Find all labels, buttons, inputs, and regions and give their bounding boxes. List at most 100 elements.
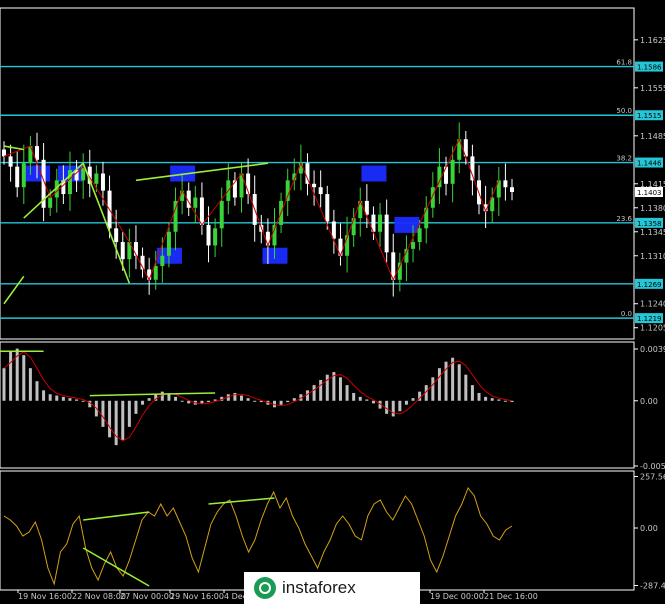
- candle-body: [206, 224, 211, 246]
- fib-ratio-label: 23.6: [616, 215, 632, 223]
- time-tick-label: 19 Nov 16:00: [18, 592, 72, 601]
- osma-axis: 0.00397 0.00 -0.005: [634, 345, 665, 471]
- price-tick-label: 1.1240: [640, 300, 665, 309]
- fib-ratio-label: 61.8: [616, 59, 632, 67]
- osma-bar: [371, 400, 375, 404]
- watermark-brand: instaforex: [282, 578, 356, 597]
- candle-body: [312, 183, 317, 188]
- osma-tick-label: 0.00: [640, 397, 658, 406]
- candle-body: [213, 228, 218, 246]
- osma-bar: [286, 400, 290, 403]
- candle-body: [166, 231, 171, 256]
- candle-body: [114, 228, 119, 243]
- cci-trendline: [82, 547, 150, 587]
- osma-bar: [213, 399, 217, 401]
- osma-bar: [207, 400, 211, 403]
- candle-body: [285, 180, 290, 201]
- candle-body: [510, 187, 514, 193]
- osma-bar: [121, 400, 125, 440]
- osma-bar: [240, 395, 244, 401]
- candle-body: [153, 266, 158, 280]
- time-tick-label: 29 Nov 16:00: [170, 592, 224, 601]
- osma-bar: [61, 396, 65, 401]
- candle-body: [378, 214, 383, 232]
- candle-body: [8, 156, 13, 167]
- osma-bar: [55, 395, 59, 401]
- candle-body: [450, 159, 455, 184]
- fib-levels: 61.8 1.1586 50.0 1.1515 38.2 1.1446 23.6 1.1358…: [0, 59, 663, 324]
- price-tick-label: 1.1625: [640, 36, 665, 45]
- osma-bar: [127, 400, 131, 427]
- osma-bar: [484, 396, 488, 401]
- cci-axis: 257.5664 0.00 -287.4716: [634, 472, 665, 590]
- osma-trendline: [89, 392, 216, 397]
- candle-body: [34, 146, 39, 160]
- osma-bar: [398, 400, 402, 412]
- cci-tick-label: 257.5664: [640, 472, 665, 481]
- candle-body: [265, 231, 270, 246]
- osma-bar: [42, 390, 46, 401]
- osma-bar: [28, 368, 32, 401]
- candle-body: [15, 166, 20, 188]
- osma-bar: [345, 385, 349, 401]
- osma-bar: [497, 399, 501, 401]
- osma-bar: [108, 400, 112, 438]
- candle-body: [411, 242, 416, 249]
- candle-body: [470, 156, 475, 181]
- osma-bar: [147, 398, 151, 401]
- price-tick-label: 1.1205: [640, 324, 665, 333]
- chart-canvas: 61.8 1.1586 50.0 1.1515 38.2 1.1446 23.6 1.1358…: [0, 7, 665, 601]
- fib-price-label: 1.1269: [637, 281, 662, 289]
- time-tick-label: 21 Dec 16:00: [484, 592, 538, 601]
- osma-bar: [141, 400, 145, 405]
- cci-tick-label: 0.00: [640, 524, 658, 533]
- osma-bar: [503, 400, 507, 402]
- candle-body: [94, 173, 99, 184]
- brand-logo-icon: [254, 577, 276, 599]
- cci-line: [3, 487, 513, 586]
- osma-bar: [358, 396, 362, 401]
- candle-body: [100, 173, 105, 191]
- osma-bar: [134, 400, 138, 414]
- current-price-label: 1.1403: [637, 189, 662, 197]
- fib-ratio-label: 38.2: [616, 155, 632, 163]
- osma-bar: [312, 385, 316, 401]
- osma-bar: [292, 398, 296, 401]
- osma-bar: [477, 392, 481, 401]
- candle-body: [219, 200, 224, 229]
- candle-body: [120, 242, 125, 260]
- osma-bar: [338, 377, 342, 401]
- candle-body: [318, 187, 323, 195]
- trendline: [3, 145, 24, 151]
- candle-body: [424, 207, 429, 229]
- osma-bar: [68, 398, 72, 401]
- osma-bar: [22, 355, 26, 401]
- osma-bar: [160, 391, 164, 401]
- candle-body: [48, 197, 53, 208]
- osma-bar: [319, 379, 323, 401]
- osma-bar: [101, 400, 105, 427]
- osma-bar: [167, 394, 171, 401]
- osma-bar: [35, 381, 39, 401]
- osma-bar: [9, 351, 13, 401]
- osma-bar: [490, 398, 494, 401]
- osma-bar: [457, 364, 461, 401]
- price-tick-label: 1.1555: [640, 84, 665, 93]
- watermark: instaforex: [244, 572, 420, 604]
- osma-bar: [114, 400, 118, 446]
- osma-bar: [180, 400, 184, 402]
- price-tick-label: 1.1345: [640, 228, 665, 237]
- fib-ratio-label: 50.0: [616, 107, 632, 115]
- osma-bar: [464, 374, 468, 401]
- osma-bar: [174, 396, 178, 401]
- candles: [2, 122, 514, 297]
- time-tick-label: 27 Nov 00:00: [120, 592, 174, 601]
- osma-bar: [437, 368, 441, 401]
- price-panel: 61.8 1.1586 50.0 1.1515 38.2 1.1446 23.6 1.1358…: [0, 7, 665, 340]
- osma-tick-label: 0.00397: [640, 345, 665, 354]
- osma-bar: [305, 390, 309, 401]
- candle-body: [193, 197, 198, 208]
- osma-bar: [391, 400, 395, 417]
- fib-price-label: 1.1446: [637, 160, 662, 168]
- osma-bar: [431, 377, 435, 401]
